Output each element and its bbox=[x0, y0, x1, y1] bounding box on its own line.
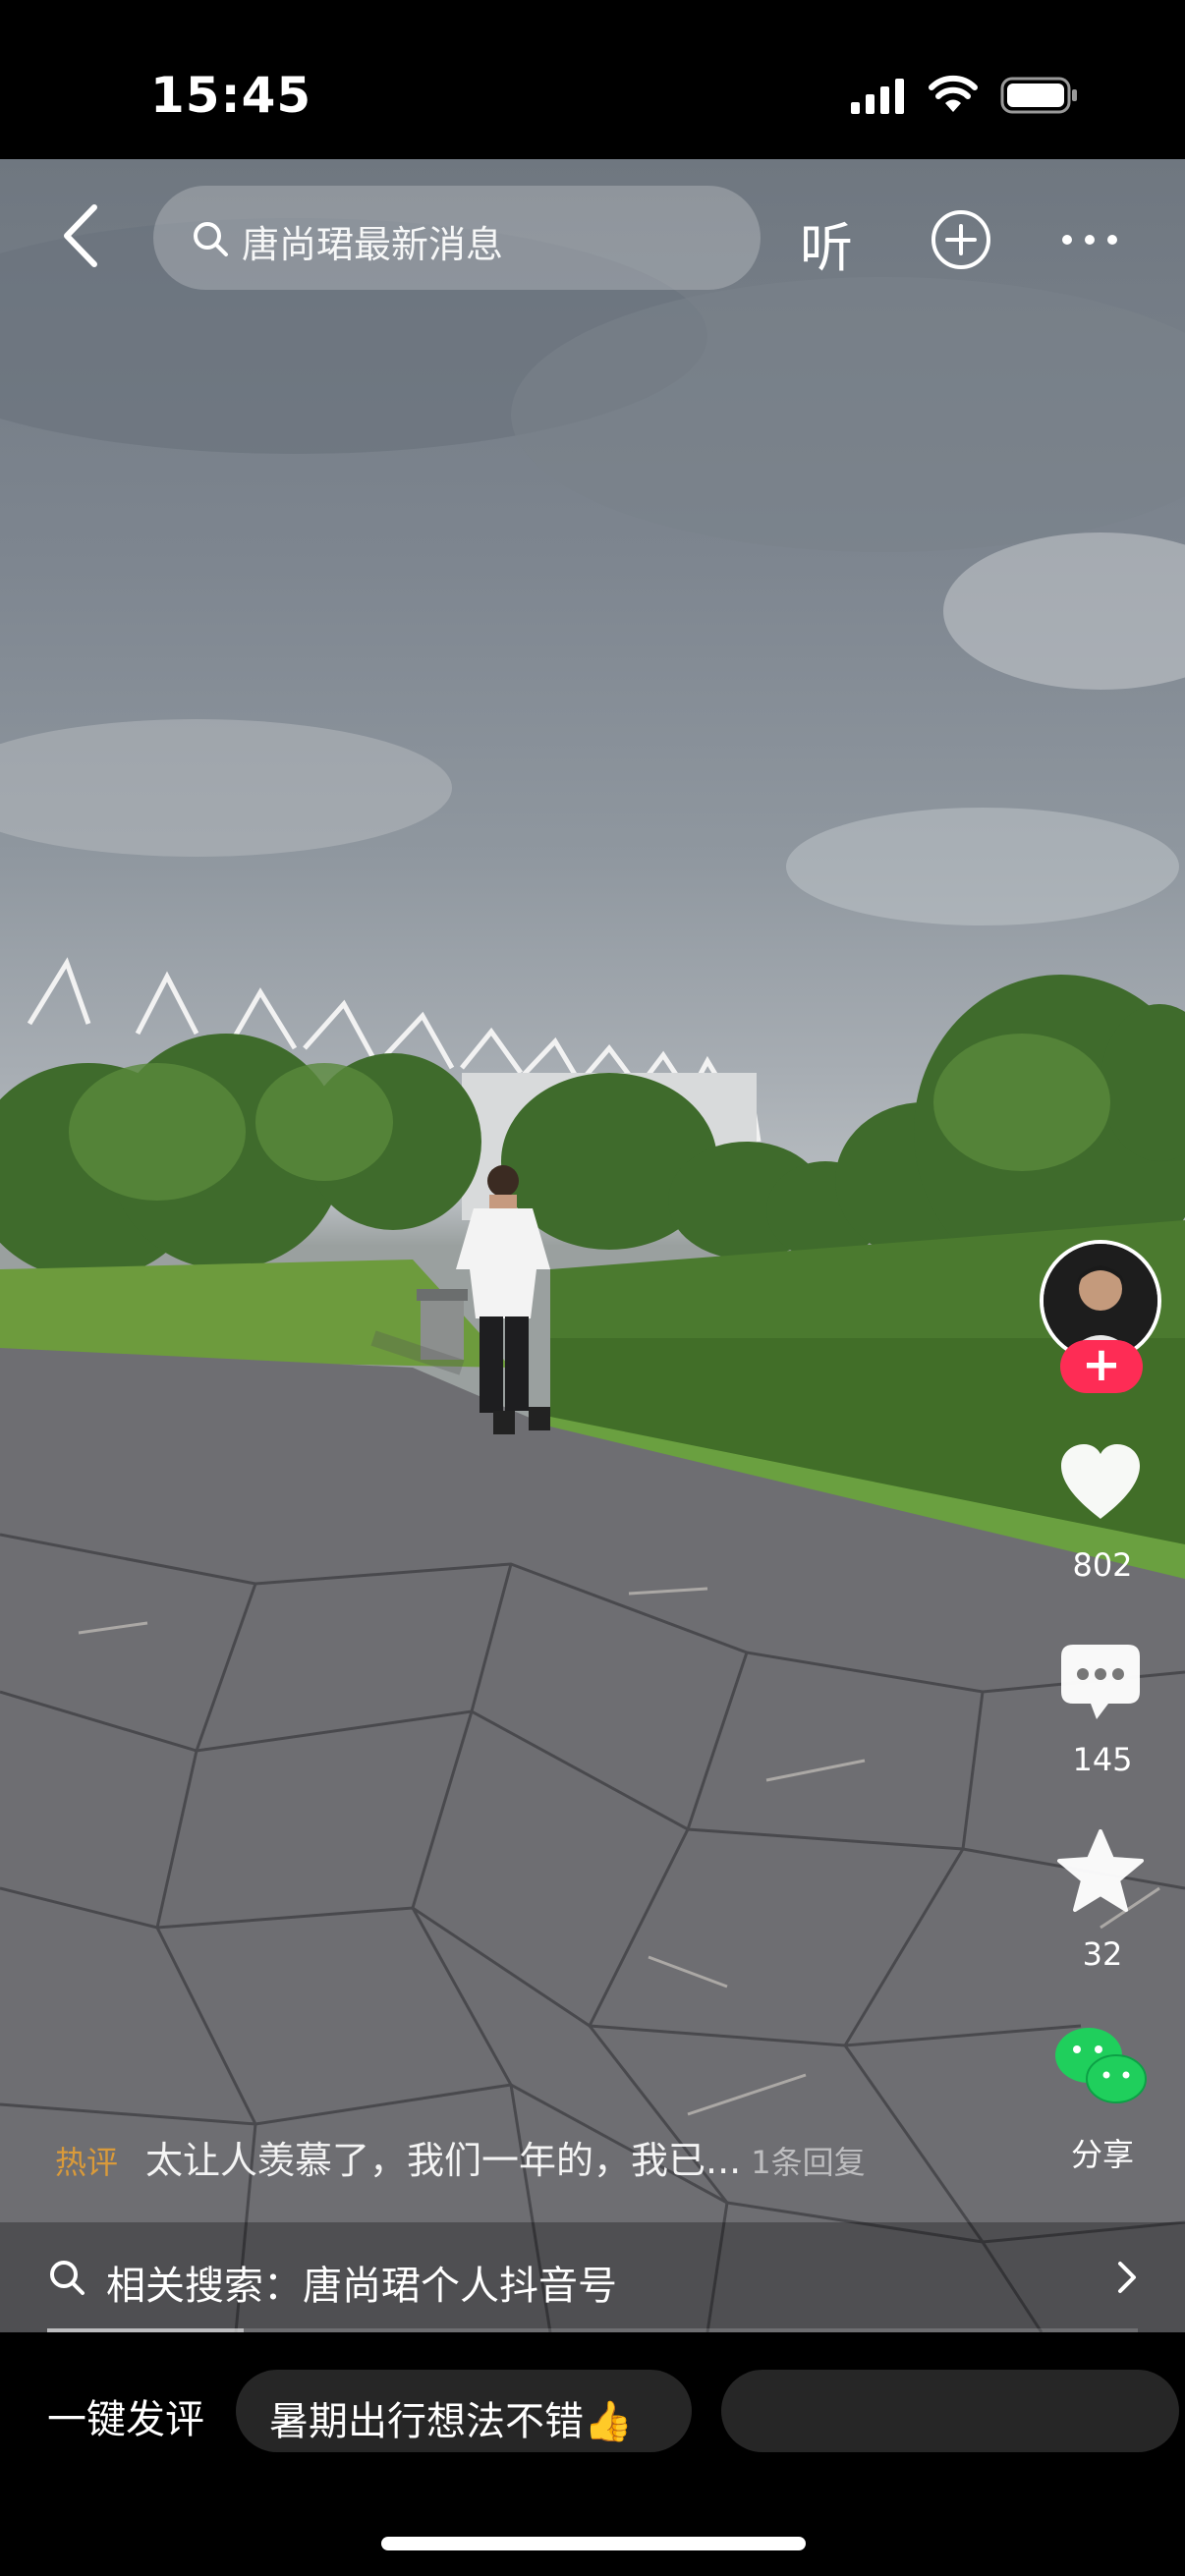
search-icon bbox=[50, 2261, 85, 2295]
wifi-icon bbox=[929, 75, 978, 112]
comment-icon[interactable] bbox=[1059, 1643, 1142, 1721]
listen-button[interactable]: 听 bbox=[800, 204, 853, 282]
share-label: 分享 bbox=[1070, 2136, 1134, 2173]
hot-comment-replies[interactable]: 1条回复 bbox=[751, 2144, 865, 2181]
chevron-right-icon bbox=[1118, 2262, 1136, 2293]
star-icon[interactable] bbox=[1057, 1829, 1144, 1912]
plus-circle-icon[interactable] bbox=[930, 208, 992, 271]
screen: 15:45 + 802 145 32 分享 唐尚珺最新消息 听 热评 太让人羡慕… bbox=[0, 0, 1185, 2576]
cellular-signal-icon bbox=[851, 79, 904, 114]
quick-comment-chip[interactable]: 暑期出行想法不错👍 bbox=[236, 2370, 692, 2452]
hot-comment-tag: 热评 bbox=[55, 2144, 119, 2181]
battery-icon bbox=[1000, 77, 1077, 114]
favorite-count: 32 bbox=[1082, 1935, 1123, 1973]
like-count: 802 bbox=[1072, 1546, 1133, 1584]
status-time: 15:45 bbox=[150, 67, 312, 124]
status-bar: 15:45 bbox=[0, 0, 1185, 159]
quick-comment-chip-2[interactable] bbox=[721, 2370, 1179, 2452]
related-search-label: 相关搜索：唐尚珺个人抖音号 bbox=[106, 2264, 617, 2309]
search-icon bbox=[194, 222, 228, 256]
quick-comment-text: 暑期出行想法不错👍 bbox=[269, 2399, 633, 2444]
hot-comment[interactable]: 热评 太让人羡慕了，我们一年的，我已... 1条回复 bbox=[55, 2130, 866, 2184]
one-key-comment-label: 一键发评 bbox=[47, 2397, 204, 2442]
video-player[interactable]: + 802 145 32 分享 bbox=[0, 159, 1185, 2332]
wechat-icon[interactable] bbox=[1053, 2026, 1150, 2108]
follow-button[interactable]: + bbox=[1060, 1340, 1143, 1393]
related-search-bar[interactable]: 相关搜索：唐尚珺个人抖音号 bbox=[0, 2222, 1185, 2332]
back-icon[interactable] bbox=[57, 201, 108, 270]
search-bar[interactable]: 唐尚珺最新消息 bbox=[153, 186, 761, 290]
more-icon[interactable] bbox=[1059, 230, 1120, 250]
video-frame-image bbox=[0, 218, 1185, 2332]
search-query: 唐尚珺最新消息 bbox=[242, 223, 504, 266]
hot-comment-text: 太让人羡慕了，我们一年的，我已... bbox=[145, 2139, 742, 2182]
heart-icon[interactable] bbox=[1057, 1442, 1144, 1521]
comment-count: 145 bbox=[1072, 1741, 1133, 1778]
home-indicator[interactable] bbox=[381, 2537, 806, 2550]
